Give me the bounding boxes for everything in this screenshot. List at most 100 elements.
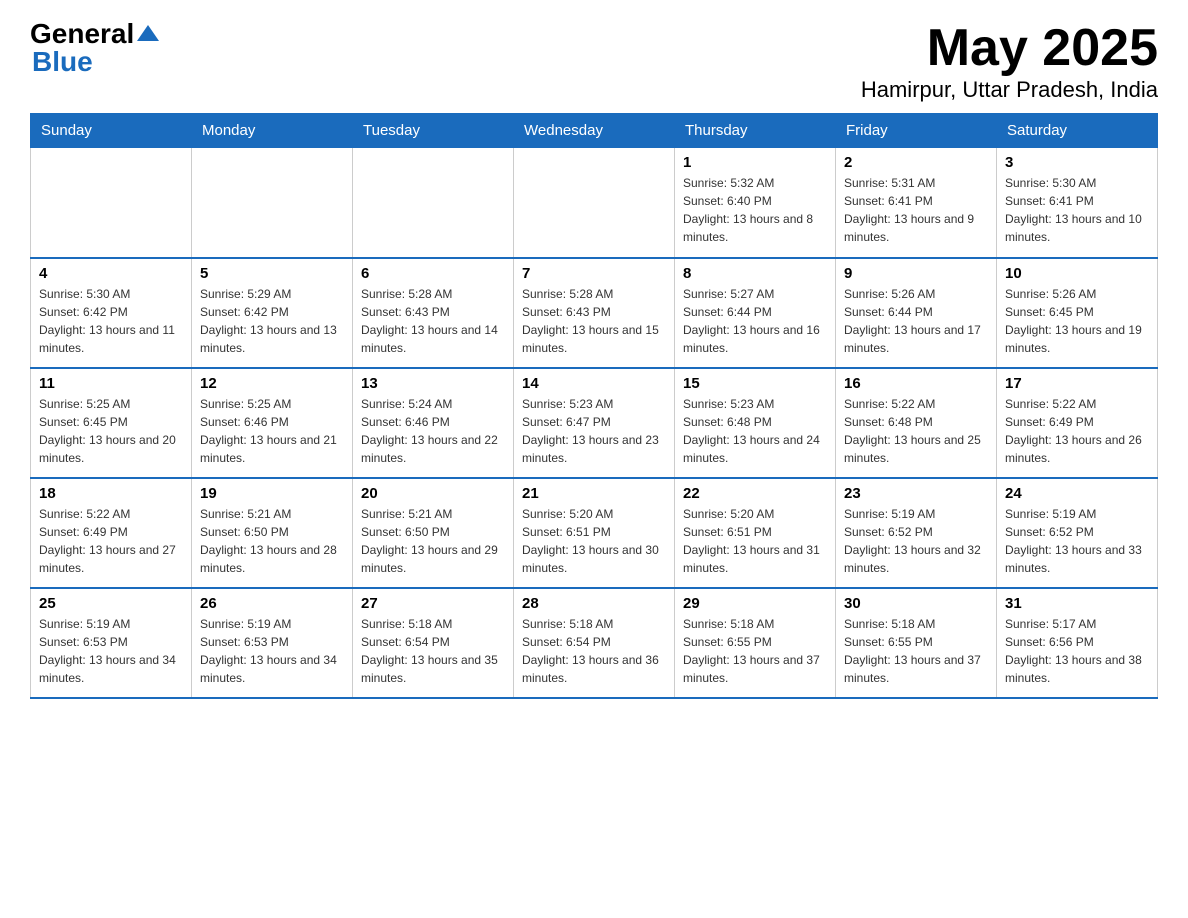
calendar-cell: 16Sunrise: 5:22 AM Sunset: 6:48 PM Dayli… <box>836 368 997 478</box>
calendar-cell: 9 Sunrise: 5:26 AM Sunset: 6:44 PM Daylig… <box>836 258 997 368</box>
day-info: Sunrise: 5:23 AM Sunset: 6:47 PM Dayligh… <box>522 395 666 467</box>
calendar-cell: 31 Sunrise: 5:17 AM Sunset: 6:56 PM Dayli… <box>997 588 1158 698</box>
day-info: Sunrise: 5:22 AM Sunset: 6:48 PM Dayligh… <box>844 395 988 467</box>
day-info: Sunrise: 5:22 AM Sunset: 6:49 PM Dayligh… <box>1005 395 1149 467</box>
day-number: 4 <box>39 265 183 282</box>
day-number: 30 <box>844 595 988 612</box>
calendar-week-1: 1 Sunrise: 5:32 AM Sunset: 6:40 PM Daylig… <box>31 148 1158 258</box>
day-number: 8 <box>683 265 827 282</box>
day-number: 13 <box>361 375 505 392</box>
calendar-cell: 26 Sunrise: 5:19 AM Sunset: 6:53 PM Dayli… <box>192 588 353 698</box>
day-number: 15 <box>683 375 827 392</box>
day-number: 24 <box>1005 485 1149 502</box>
calendar-cell: 21Sunrise: 5:20 AM Sunset: 6:51 PM Dayli… <box>514 478 675 588</box>
day-number: 3 <box>1005 154 1149 171</box>
day-info: Sunrise: 5:19 AM Sunset: 6:52 PM Dayligh… <box>844 505 988 577</box>
day-number: 1 <box>683 154 827 171</box>
calendar-cell <box>353 148 514 258</box>
day-number: 17 <box>1005 375 1149 392</box>
day-info: Sunrise: 5:18 AM Sunset: 6:54 PM Dayligh… <box>522 615 666 687</box>
day-info: Sunrise: 5:22 AM Sunset: 6:49 PM Dayligh… <box>39 505 183 577</box>
calendar-cell: 28 Sunrise: 5:18 AM Sunset: 6:54 PM Dayli… <box>514 588 675 698</box>
weekday-header-thursday: Thursday <box>675 114 836 148</box>
day-info: Sunrise: 5:26 AM Sunset: 6:45 PM Dayligh… <box>1005 285 1149 357</box>
calendar-cell: 1 Sunrise: 5:32 AM Sunset: 6:40 PM Daylig… <box>675 148 836 258</box>
day-info: Sunrise: 5:31 AM Sunset: 6:41 PM Dayligh… <box>844 174 988 246</box>
day-number: 20 <box>361 485 505 502</box>
day-number: 6 <box>361 265 505 282</box>
day-number: 12 <box>200 375 344 392</box>
day-info: Sunrise: 5:30 AM Sunset: 6:41 PM Dayligh… <box>1005 174 1149 246</box>
day-info: Sunrise: 5:19 AM Sunset: 6:53 PM Dayligh… <box>200 615 344 687</box>
day-number: 9 <box>844 265 988 282</box>
day-number: 26 <box>200 595 344 612</box>
day-number: 19 <box>200 485 344 502</box>
day-info: Sunrise: 5:21 AM Sunset: 6:50 PM Dayligh… <box>200 505 344 577</box>
day-info: Sunrise: 5:23 AM Sunset: 6:48 PM Dayligh… <box>683 395 827 467</box>
calendar-cell <box>192 148 353 258</box>
calendar-cell: 3 Sunrise: 5:30 AM Sunset: 6:41 PM Daylig… <box>997 148 1158 258</box>
day-info: Sunrise: 5:28 AM Sunset: 6:43 PM Dayligh… <box>522 285 666 357</box>
logo-triangle-icon <box>137 23 159 43</box>
day-number: 14 <box>522 375 666 392</box>
day-number: 25 <box>39 595 183 612</box>
day-number: 29 <box>683 595 827 612</box>
day-info: Sunrise: 5:19 AM Sunset: 6:52 PM Dayligh… <box>1005 505 1149 577</box>
calendar-cell: 22 Sunrise: 5:20 AM Sunset: 6:51 PM Dayli… <box>675 478 836 588</box>
weekday-header-friday: Friday <box>836 114 997 148</box>
day-info: Sunrise: 5:27 AM Sunset: 6:44 PM Dayligh… <box>683 285 827 357</box>
calendar-table: SundayMondayTuesdayWednesdayThursdayFrid… <box>30 113 1158 699</box>
day-number: 28 <box>522 595 666 612</box>
weekday-header-sunday: Sunday <box>31 114 192 148</box>
page-header: General Blue May 2025 Hamirpur, Uttar Pr… <box>30 20 1158 103</box>
calendar-cell: 12Sunrise: 5:25 AM Sunset: 6:46 PM Dayli… <box>192 368 353 478</box>
day-info: Sunrise: 5:17 AM Sunset: 6:56 PM Dayligh… <box>1005 615 1149 687</box>
day-info: Sunrise: 5:18 AM Sunset: 6:55 PM Dayligh… <box>844 615 988 687</box>
calendar-cell: 4Sunrise: 5:30 AM Sunset: 6:42 PM Daylig… <box>31 258 192 368</box>
calendar-cell: 6 Sunrise: 5:28 AM Sunset: 6:43 PM Daylig… <box>353 258 514 368</box>
day-number: 22 <box>683 485 827 502</box>
calendar-cell: 20 Sunrise: 5:21 AM Sunset: 6:50 PM Dayli… <box>353 478 514 588</box>
day-info: Sunrise: 5:26 AM Sunset: 6:44 PM Dayligh… <box>844 285 988 357</box>
weekday-header-wednesday: Wednesday <box>514 114 675 148</box>
calendar-cell: 14 Sunrise: 5:23 AM Sunset: 6:47 PM Dayli… <box>514 368 675 478</box>
calendar-cell: 17 Sunrise: 5:22 AM Sunset: 6:49 PM Dayli… <box>997 368 1158 478</box>
calendar-cell: 15 Sunrise: 5:23 AM Sunset: 6:48 PM Dayli… <box>675 368 836 478</box>
calendar-cell: 23Sunrise: 5:19 AM Sunset: 6:52 PM Dayli… <box>836 478 997 588</box>
calendar-subtitle: Hamirpur, Uttar Pradesh, India <box>861 77 1158 103</box>
day-number: 21 <box>522 485 666 502</box>
calendar-cell: 8 Sunrise: 5:27 AM Sunset: 6:44 PM Daylig… <box>675 258 836 368</box>
day-info: Sunrise: 5:32 AM Sunset: 6:40 PM Dayligh… <box>683 174 827 246</box>
day-info: Sunrise: 5:24 AM Sunset: 6:46 PM Dayligh… <box>361 395 505 467</box>
calendar-cell: 24 Sunrise: 5:19 AM Sunset: 6:52 PM Dayli… <box>997 478 1158 588</box>
day-number: 2 <box>844 154 988 171</box>
day-number: 11 <box>39 375 183 392</box>
calendar-week-2: 4Sunrise: 5:30 AM Sunset: 6:42 PM Daylig… <box>31 258 1158 368</box>
day-number: 31 <box>1005 595 1149 612</box>
weekday-header-saturday: Saturday <box>997 114 1158 148</box>
day-info: Sunrise: 5:21 AM Sunset: 6:50 PM Dayligh… <box>361 505 505 577</box>
title-block: May 2025 Hamirpur, Uttar Pradesh, India <box>861 20 1158 103</box>
calendar-week-5: 25 Sunrise: 5:19 AM Sunset: 6:53 PM Dayli… <box>31 588 1158 698</box>
calendar-cell: 30 Sunrise: 5:18 AM Sunset: 6:55 PM Dayli… <box>836 588 997 698</box>
weekday-header-row: SundayMondayTuesdayWednesdayThursdayFrid… <box>31 114 1158 148</box>
weekday-header-tuesday: Tuesday <box>353 114 514 148</box>
day-number: 10 <box>1005 265 1149 282</box>
day-info: Sunrise: 5:18 AM Sunset: 6:55 PM Dayligh… <box>683 615 827 687</box>
logo-blue-text: Blue <box>32 46 93 77</box>
day-info: Sunrise: 5:20 AM Sunset: 6:51 PM Dayligh… <box>683 505 827 577</box>
weekday-header-monday: Monday <box>192 114 353 148</box>
day-info: Sunrise: 5:18 AM Sunset: 6:54 PM Dayligh… <box>361 615 505 687</box>
calendar-cell: 11 Sunrise: 5:25 AM Sunset: 6:45 PM Dayli… <box>31 368 192 478</box>
day-info: Sunrise: 5:29 AM Sunset: 6:42 PM Dayligh… <box>200 285 344 357</box>
day-number: 5 <box>200 265 344 282</box>
calendar-cell: 13 Sunrise: 5:24 AM Sunset: 6:46 PM Dayli… <box>353 368 514 478</box>
day-number: 18 <box>39 485 183 502</box>
logo: General Blue <box>30 20 159 76</box>
calendar-cell: 18 Sunrise: 5:22 AM Sunset: 6:49 PM Dayli… <box>31 478 192 588</box>
day-info: Sunrise: 5:28 AM Sunset: 6:43 PM Dayligh… <box>361 285 505 357</box>
logo-general-text: General <box>30 20 134 48</box>
day-info: Sunrise: 5:25 AM Sunset: 6:45 PM Dayligh… <box>39 395 183 467</box>
calendar-cell: 5 Sunrise: 5:29 AM Sunset: 6:42 PM Daylig… <box>192 258 353 368</box>
calendar-cell: 19 Sunrise: 5:21 AM Sunset: 6:50 PM Dayli… <box>192 478 353 588</box>
